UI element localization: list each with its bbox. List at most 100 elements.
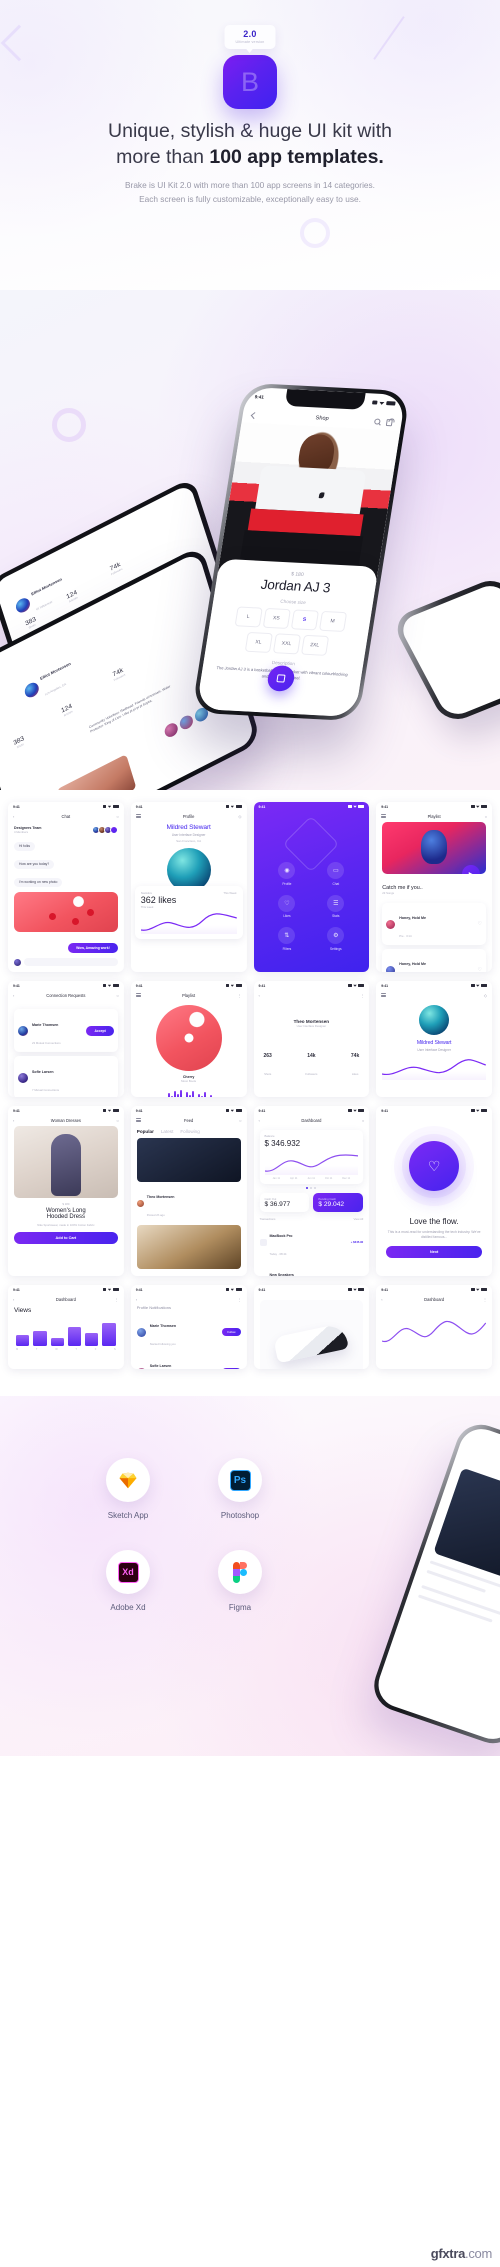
tab-latest[interactable]: Latest [161,1129,174,1134]
more-icon[interactable]: ⋮ [238,993,242,998]
menu-icon[interactable] [135,1117,141,1124]
chat-input-row[interactable] [14,958,118,966]
back-icon[interactable]: ‹ [136,1297,137,1302]
bookmark-icon[interactable]: ◇ [484,993,487,998]
search-icon[interactable]: ○ [239,1118,241,1123]
size-option-xxl[interactable]: XXL [272,633,301,655]
request-row[interactable]: Marie Thomsen 23 Mutual Connections Acce… [14,1009,118,1052]
more-icon[interactable]: ⋮ [115,1297,119,1302]
tab-following[interactable]: Following [180,1129,199,1134]
album-cover[interactable]: ▶ [382,822,486,874]
size-selector-row-2[interactable]: XL XXL 2XL [218,630,356,657]
more-icon[interactable]: ⋮ [360,993,364,998]
swatch-icon[interactable] [163,720,180,740]
more-icon[interactable]: ⋮ [238,1297,242,1302]
search-icon[interactable]: ○ [362,1118,364,1123]
next-button[interactable]: Next [386,1245,482,1258]
size-option-m[interactable]: M [318,610,347,632]
size-selector-row-1[interactable]: L XS S M [222,606,360,633]
size-option-l[interactable]: L [234,606,263,628]
statistics-period[interactable]: This Week [223,891,236,895]
dot-icon[interactable] [306,1187,309,1189]
tool-photoshop[interactable]: Ps Photoshop [198,1458,282,1520]
back-icon[interactable]: ‹ [381,1297,382,1302]
menu-icon[interactable] [135,813,141,820]
screen-playlist[interactable]: 9:41 Playlist ○ ▶ Catch me if you.. 23 S… [376,802,492,972]
play-button[interactable]: ▶ [462,865,480,874]
transaction-row[interactable]: MacBook Pro Today · 08:44 + $345.90 [259,1224,363,1260]
feed-image[interactable] [136,1225,241,1269]
request-row[interactable]: Sofie Larsen 7 Mutual Connections [14,1056,118,1097]
color-swatches[interactable] [163,705,210,740]
product-image[interactable] [14,1126,118,1198]
screen-sneaker[interactable]: 9:41 Nike Air Max The Evolving Max Serie… [253,1285,370,1369]
menu-grid[interactable]: ◉ Profile ▭ Chat ♡ Likes ☰ Stats ⇅ Filte… [254,862,370,951]
back-icon[interactable]: ‹ [13,1118,14,1123]
carousel-dots[interactable] [254,1187,370,1189]
screen-profile-notifications[interactable]: 9:41 ‹ ⋮ Profile Notifications Marie Tho… [130,1285,247,1369]
back-icon[interactable] [250,411,258,419]
bag-icon[interactable] [385,418,393,426]
tool-adobe-xd[interactable]: Xd Adobe Xd [86,1550,170,1612]
feed-image[interactable] [136,1138,241,1182]
chat-photo-attachment[interactable] [14,892,118,932]
screen-dashboard[interactable]: 9:41 ‹ Dashboard ○ Balance $ 346.932 Jan… [253,1106,370,1276]
back-icon[interactable]: ‹ [259,1118,260,1123]
track-row[interactable]: Honey, Hold Me Pre · 3:14 ♡ [382,903,486,945]
screen-connection-requests[interactable]: 9:41 ‹ Connection Requests ○ Marie Thoms… [8,981,124,1097]
dot-icon[interactable] [310,1187,313,1189]
screen-profile-secondary[interactable]: 9:41 ◇ Mildred Stewart User Interface De… [376,981,492,1097]
track-row[interactable]: Honey, Hold Me Pre · 3:14 ♡ [382,949,486,972]
back-icon[interactable]: ‹ [13,814,14,819]
screen-feed[interactable]: 9:41 Feed ○ Popular Latest Following The… [130,1106,247,1276]
menu-icon[interactable] [381,813,387,820]
more-icon[interactable]: ⋮ [483,1297,487,1302]
screen-onboarding-flow[interactable]: 9:41 ♡ Love the flow. This is a must-rea… [376,1106,492,1276]
bookmark-icon[interactable]: ◇ [238,814,241,819]
back-icon[interactable]: ‹ [13,993,14,998]
follow-button[interactable]: Follow [222,1368,241,1369]
menu-item-likes[interactable]: ♡ Likes [268,894,307,918]
filter-icon[interactable]: ○ [116,993,118,998]
size-option-xs[interactable]: XS [262,607,291,629]
screen-chat[interactable]: 9:41 ‹ Chat ○ Designers Team 4 Members H… [8,802,124,972]
more-icon[interactable]: ○ [116,814,118,819]
size-option-xl[interactable]: XL [244,631,273,653]
tool-sketch[interactable]: Sketch App [86,1458,170,1520]
tab-popular[interactable]: Popular [137,1129,154,1134]
menu-item-settings[interactable]: ⚙ Settings [316,927,355,951]
menu-item-stats[interactable]: ☰ Stats [316,894,355,918]
member-avatars[interactable] [91,826,118,834]
back-icon[interactable]: ‹ [259,993,260,998]
feed-tabs[interactable]: Popular Latest Following [131,1126,247,1134]
screen-theo-profile[interactable]: 9:41 ‹ ⋮ Theo Mortensen User Interface D… [253,981,370,1097]
tool-figma[interactable]: Figma [198,1550,282,1612]
view-all-link[interactable]: View All [354,1217,364,1221]
accept-button[interactable]: Accept [86,1025,114,1036]
dot-icon[interactable] [314,1187,317,1189]
transaction-row[interactable]: New Sneakers Today · 06:12 $32.20 [260,1263,364,1276]
search-icon[interactable] [373,417,381,425]
screen-profile[interactable]: 9:41 Profile ◇ Mildred Stewart User Inte… [130,802,247,972]
swatch-icon[interactable] [178,713,195,732]
reply-button[interactable]: Wow, Amazing work! [68,943,118,953]
sneaker-image[interactable] [259,1300,364,1369]
heart-icon[interactable]: ♡ [478,921,482,927]
follow-button[interactable]: Follow [222,1328,241,1336]
menu-icon[interactable] [135,992,141,999]
screen-views[interactable]: 9:41 ‹ Dashboard ⋮ Views M T W T F S [8,1285,124,1369]
chat-reply-action[interactable]: Wow, Amazing work! [14,936,118,954]
menu-icon[interactable] [381,992,387,999]
search-icon[interactable]: ○ [485,814,487,819]
add-to-cart-button[interactable]: Add to Cart [14,1232,118,1245]
menu-item-profile[interactable]: ◉ Profile [268,862,307,886]
size-option-2xl[interactable]: 2XL [300,634,329,656]
message-input[interactable] [24,958,118,966]
screen-music-player[interactable]: 9:41 Playlist ⋮ Cherry Moon Boots [130,981,247,1097]
screen-menu[interactable]: 9:41 ◉ Profile ▭ Chat ♡ Likes ☰ Stats ⇅ … [253,802,370,972]
screen-woman-dresses[interactable]: 9:41 ‹ Woman Dresses ○ $ 180 Women's Lon… [8,1106,124,1276]
menu-item-chat[interactable]: ▭ Chat [316,862,355,886]
menu-item-filters[interactable]: ⇅ Filters [268,927,307,951]
back-icon[interactable]: ‹ [13,1297,14,1302]
notification-row[interactable]: Marie Thomsen Started following you Foll… [136,1314,241,1350]
